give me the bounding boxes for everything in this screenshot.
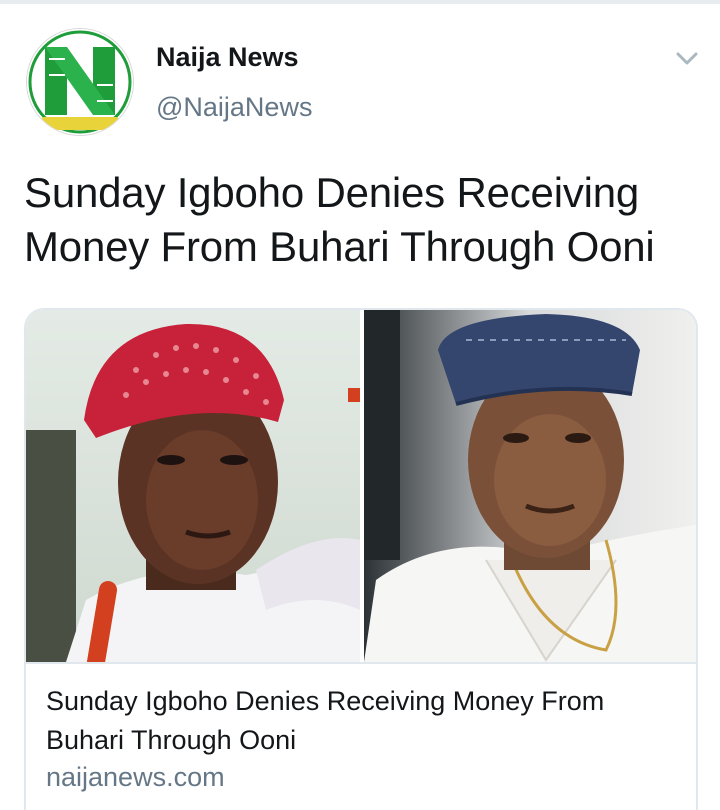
account-name[interactable]: Naija News [156,42,299,73]
avatar[interactable] [26,28,134,136]
card-title[interactable]: Sunday Igboho Denies Receiving Money Fro… [46,682,676,760]
naija-news-logo [27,29,133,135]
top-divider [0,0,720,4]
account-handle[interactable]: @NaijaNews [156,92,312,123]
card-image[interactable] [26,310,696,664]
link-card[interactable]: Sunday Igboho Denies Receiving Money Fro… [24,308,698,810]
tweet-text: Sunday Igboho Denies Receiving Money Fro… [24,169,655,270]
card-domain[interactable]: naijanews.com [46,762,225,793]
chevron-down-icon[interactable] [672,46,702,72]
